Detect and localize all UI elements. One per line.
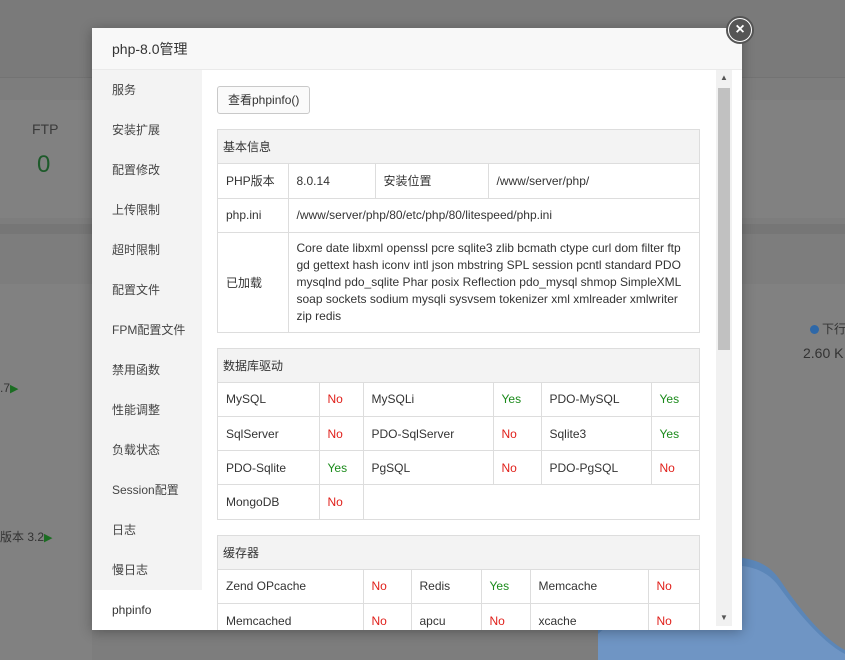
bg-chart-legend-text: 下行 [822,322,845,336]
table-row: 已加载 Core date libxml openssl pcre sqlite… [218,232,699,332]
bg-ftp-value: 0 [37,151,51,178]
driver-status: Yes [493,382,542,417]
table-row: MySQL No MySQLi Yes PDO-MySQL Yes [218,382,699,417]
ini-path-value: /www/server/php/80/etc/php/80/litespeed/… [288,198,699,233]
cache-section: 缓存器 Zend OPcache No Redis Yes Memcache No Memc… [217,534,700,630]
driver-name: Memcached [218,603,364,630]
bg-left-note-text: .7 [0,381,11,395]
view-phpinfo-button[interactable]: 查看phpinfo() [217,86,311,114]
driver-name: Memcache [530,569,649,604]
driver-name: PDO-SqlServer [363,416,494,451]
driver-status: No [319,416,364,451]
driver-status: Yes [651,382,699,417]
driver-status: Yes [651,416,699,451]
bg-left-note-version-text: 版本 3.2 [0,530,45,544]
modal-content: 查看phpinfo() 基本信息 PHP版本 8.0.14 安装位置 /www/… [202,70,742,630]
arrow-up-icon[interactable]: ▲ [716,70,732,86]
php-version-label: PHP版本 [218,164,289,199]
loaded-modules-value: Core date libxml openssl pcre sqlite3 zl… [296,240,681,323]
driver-name: Redis [411,569,482,604]
cache-title: 缓存器 [218,535,699,570]
sidebar-item-11[interactable]: 日志 [92,510,202,550]
bg-ftp-label: FTP [32,121,59,137]
driver-status: No [493,416,542,451]
sidebar-item-1[interactable]: 安装扩展 [92,110,202,150]
driver-name: PDO-PgSQL [541,450,652,485]
php-manager-modal: php-8.0管理 服务 安装扩展 配置修改 上传限制 超时限制 配置文件 FPM配置文件禁… [92,28,742,630]
driver-name: SqlServer [218,416,320,451]
bg-panel-left [0,284,92,660]
table-row: Memcached No apcu No xcache No [218,603,699,630]
cache-table: Zend OPcache No Redis Yes Memcache No Memcache… [218,569,699,630]
table-row: MongoDB No [218,484,699,519]
table-row: PDO-Sqlite Yes PgSQL No PDO-PgSQL No [218,450,699,485]
basic-info-table: PHP版本 8.0.14 安装位置 /www/server/php/ php.i… [218,164,699,332]
db-driver-title: 数据库驱动 [218,348,699,383]
sidebar-item-7[interactable]: 禁用函数 [92,350,202,390]
db-driver-section: 数据库驱动 MySQL No MySQLi Yes PDO-MySQL Yes SqlSer… [217,347,700,520]
sidebar-item-4[interactable]: 超时限制 [92,230,202,270]
arrow-down-icon[interactable]: ▼ [716,610,732,626]
sidebar-item-13[interactable]: phpinfo [92,590,202,630]
sidebar-item-3[interactable]: 上传限制 [92,190,202,230]
table-row: PHP版本 8.0.14 安装位置 /www/server/php/ [218,164,699,199]
bg-left-note-version: 版本 3.2▶ [0,528,53,545]
scrollbar-thumb[interactable] [718,88,730,350]
bg-chart-value: 2.60 K [803,345,844,361]
driver-status: No [493,450,542,485]
basic-info-title: 基本信息 [218,130,699,164]
close-button[interactable]: × [726,16,754,44]
driver-status: No [648,569,699,604]
driver-status: No [656,613,672,628]
modal-title: php-8.0管理 [92,28,742,70]
phpinfo-panel: 查看phpinfo() 基本信息 PHP版本 8.0.14 安装位置 /www/… [217,86,700,630]
bg-stat-card-right [742,100,845,218]
install-path-label: 安装位置 [375,164,489,199]
driver-status: Yes [481,569,531,604]
driver-status: Yes [319,450,364,485]
table-row: php.ini /www/server/php/80/etc/php/80/li… [218,198,699,233]
driver-name: MongoDB [218,484,320,519]
driver-status: No [481,603,531,630]
driver-status: No [363,569,412,604]
driver-name: PgSQL [363,450,494,485]
driver-name: Sqlite3 [541,416,652,451]
driver-name: PDO-MySQL [541,382,652,417]
driver-status: No [363,603,412,630]
install-path-value: /www/server/php/ [488,164,699,199]
db-driver-table: MySQL No MySQLi Yes PDO-MySQL Yes SqlServer No P… [218,382,699,519]
driver-name: PDO-Sqlite [218,450,320,485]
driver-name: Zend OPcache [218,569,364,604]
sidebar-item-0[interactable]: 服务 [92,70,202,110]
modal-sidebar: 服务 安装扩展 配置修改 上传限制 超时限制 配置文件 FPM配置文件 禁用函数 性能调整 负载状… [92,70,202,630]
sidebar-item-6[interactable]: FPM配置文件 [92,310,202,350]
driver-name: apcu [411,603,482,630]
driver-name: MySQLi [363,382,494,417]
driver-name: MySQL [218,382,320,417]
loaded-label: 已加载 [218,232,289,332]
driver-status: No [319,382,364,417]
bg-left-note: .7▶ [0,381,18,395]
bg-chart-legend: 下行 [810,320,845,337]
sidebar-item-8[interactable]: 性能调整 [92,390,202,430]
sidebar-item-2[interactable]: 配置修改 [92,150,202,190]
basic-info-section: 基本信息 PHP版本 8.0.14 安装位置 /www/server/php/ … [217,129,700,333]
sidebar-item-5[interactable]: 配置文件 [92,270,202,310]
sidebar-item-12[interactable]: 慢日志 [92,550,202,590]
driver-name: xcache [530,603,649,630]
driver-status: No [651,450,699,485]
sidebar-item-10[interactable]: Session配置 [92,470,202,510]
driver-status: No [319,484,364,519]
ini-label: php.ini [218,198,289,233]
play-icon: ▶ [10,383,19,395]
content-scrollbar[interactable]: ▲ ▼ [716,70,732,626]
close-icon: × [729,19,751,41]
legend-dot-icon [810,325,819,334]
php-version-value: 8.0.14 [288,164,376,199]
empty-cell [363,485,699,519]
sidebar-item-9[interactable]: 负载状态 [92,430,202,470]
table-row: SqlServer No PDO-SqlServer No Sqlite3 Yes [218,416,699,451]
play-icon: ▶ [44,532,53,544]
table-row: Zend OPcache No Redis Yes Memcache No [218,569,699,604]
